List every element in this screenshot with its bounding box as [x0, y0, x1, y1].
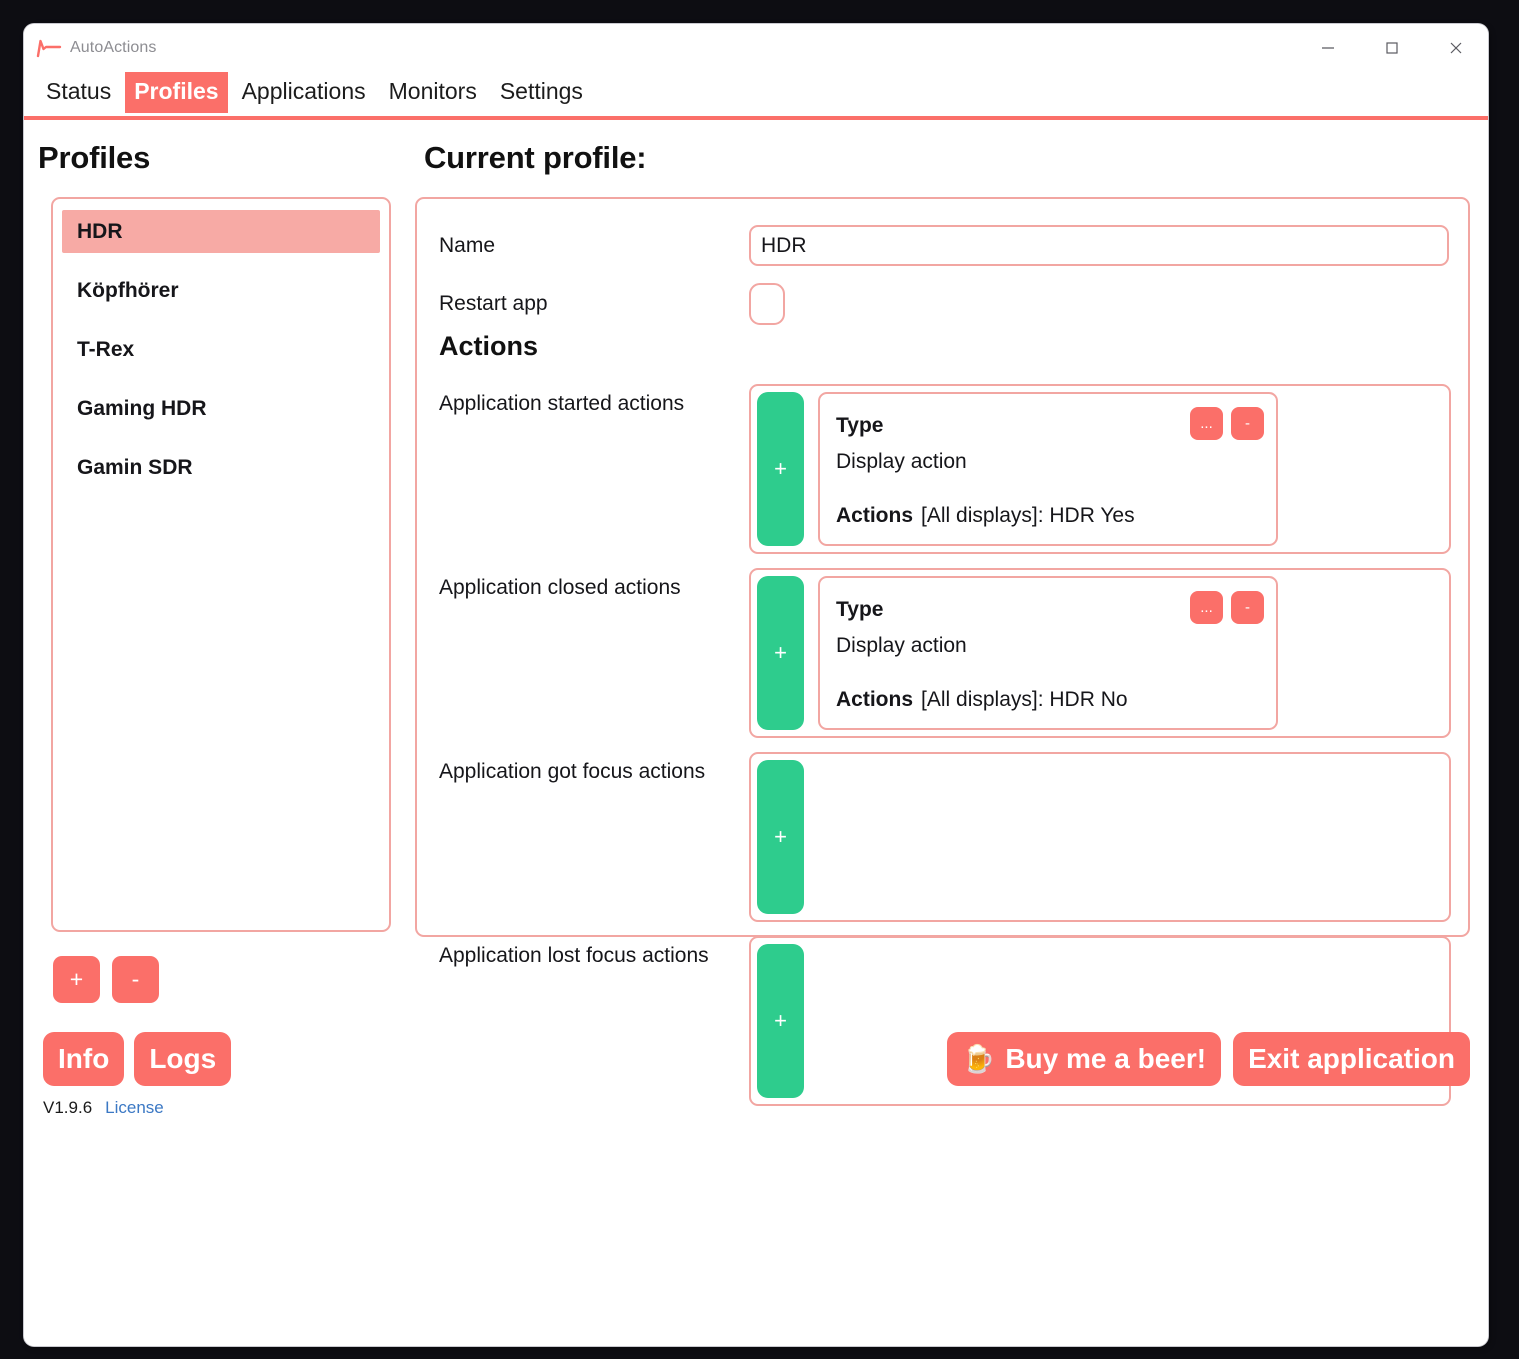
- remove-action-button-closed[interactable]: -: [1231, 591, 1264, 624]
- action-group-label-got-focus: Application got focus actions: [439, 760, 706, 783]
- action-box-got-focus: +: [749, 752, 1451, 922]
- name-label: Name: [439, 233, 496, 257]
- version-text: V1.9.6: [43, 1098, 93, 1117]
- profile-item-hdr[interactable]: HDR: [62, 210, 380, 253]
- tab-status[interactable]: Status: [37, 72, 120, 113]
- action-box-started: + ... - Type Display action Actions [All …: [749, 384, 1451, 554]
- remove-action-button-started[interactable]: -: [1231, 407, 1264, 440]
- tab-monitors[interactable]: Monitors: [380, 72, 486, 113]
- version-row: V1.9.6 License: [43, 1098, 164, 1118]
- action-group-started: Application started actions + ... - Type…: [439, 384, 1451, 554]
- edit-action-button-closed[interactable]: ...: [1190, 591, 1223, 624]
- add-action-button-lost-focus[interactable]: +: [757, 944, 804, 1098]
- close-icon: [1450, 42, 1462, 54]
- current-profile-column: Current profile: Name Restart app Action…: [405, 120, 1470, 1346]
- remove-profile-button[interactable]: -: [112, 956, 159, 1003]
- profiles-heading: Profiles: [38, 140, 151, 175]
- action-card-buttons-closed: ... -: [1190, 591, 1264, 624]
- license-link[interactable]: License: [105, 1098, 164, 1118]
- window-controls: [1296, 24, 1488, 72]
- action-card-type-value-started: Display action: [836, 450, 967, 474]
- add-action-button-closed[interactable]: +: [757, 576, 804, 730]
- page-body: Profiles HDR Köpfhörer T-Rex Gaming HDR …: [24, 120, 1488, 1346]
- tab-settings[interactable]: Settings: [491, 72, 592, 113]
- buy-me-a-beer-button[interactable]: 🍺 Buy me a beer!: [946, 1032, 1222, 1086]
- footer-left-buttons: Info Logs: [43, 1032, 232, 1086]
- current-profile-heading: Current profile:: [424, 140, 647, 175]
- restart-app-label: Restart app: [439, 292, 548, 315]
- profile-item-gamin-sdr[interactable]: Gamin SDR: [62, 446, 380, 489]
- action-group-label-started: Application started actions: [439, 392, 685, 415]
- action-card-actions-closed: Actions [All displays]: HDR No: [836, 688, 1128, 712]
- add-profile-button[interactable]: +: [53, 956, 100, 1003]
- tab-bar: Status Profiles Applications Monitors Se…: [24, 72, 1488, 120]
- name-input[interactable]: [749, 225, 1449, 266]
- restart-app-checkbox[interactable]: [749, 283, 785, 325]
- minimize-icon: [1322, 47, 1334, 49]
- info-button[interactable]: Info: [43, 1032, 125, 1086]
- pulse-logo-icon: [36, 39, 62, 58]
- profile-item-t-rex[interactable]: T-Rex: [62, 328, 380, 371]
- add-action-button-got-focus[interactable]: +: [757, 760, 804, 914]
- close-button[interactable]: [1424, 24, 1488, 72]
- add-action-button-started[interactable]: +: [757, 392, 804, 546]
- action-box-closed: + ... - Type Display action Actions [All …: [749, 568, 1451, 738]
- actions-heading: Actions: [439, 331, 539, 361]
- profiles-list[interactable]: HDR Köpfhörer T-Rex Gaming HDR Gamin SDR: [51, 197, 391, 932]
- footer-right-buttons: 🍺 Buy me a beer! Exit application: [946, 1032, 1470, 1086]
- buy-me-a-beer-label: Buy me a beer!: [1005, 1043, 1207, 1074]
- action-group-got-focus: Application got focus actions +: [439, 752, 1451, 922]
- profile-item-gaming-hdr[interactable]: Gaming HDR: [62, 387, 380, 430]
- app-window: AutoActions Status Profiles Applications…: [24, 24, 1488, 1346]
- minimize-button[interactable]: [1296, 24, 1360, 72]
- tab-profiles[interactable]: Profiles: [125, 72, 228, 113]
- logs-button[interactable]: Logs: [134, 1032, 232, 1086]
- current-profile-panel: Name Restart app Actions Application sta…: [415, 197, 1470, 1106]
- title-bar: AutoActions: [24, 24, 1488, 72]
- profile-item-kopfhorer[interactable]: Köpfhörer: [62, 269, 380, 312]
- action-group-label-lost-focus: Application lost focus actions: [439, 944, 709, 967]
- edit-action-button-started[interactable]: ...: [1190, 407, 1223, 440]
- maximize-button[interactable]: [1360, 24, 1424, 72]
- action-card-closed[interactable]: ... - Type Display action Actions [All di…: [818, 576, 1278, 730]
- name-field-row: Name: [439, 225, 1449, 266]
- action-card-actions-value-closed: [All displays]: HDR No: [921, 688, 1128, 712]
- exit-application-button[interactable]: Exit application: [1233, 1032, 1470, 1086]
- profiles-column: Profiles HDR Köpfhörer T-Rex Gaming HDR …: [35, 120, 405, 1346]
- tab-applications[interactable]: Applications: [233, 72, 375, 113]
- action-card-actions-started: Actions [All displays]: HDR Yes: [836, 504, 1135, 528]
- profile-crud-buttons: + -: [53, 956, 159, 1003]
- restart-app-row: Restart app: [439, 283, 785, 325]
- window-title: AutoActions: [70, 39, 157, 56]
- beer-mug-icon: 🍺: [961, 1043, 996, 1074]
- action-card-type-value-closed: Display action: [836, 634, 967, 658]
- action-card-actions-value-started: [All displays]: HDR Yes: [921, 504, 1135, 528]
- maximize-icon: [1386, 42, 1398, 54]
- action-card-started[interactable]: ... - Type Display action Actions [All di…: [818, 392, 1278, 546]
- action-group-closed: Application closed actions + ... - Type …: [439, 568, 1451, 738]
- action-card-buttons-started: ... -: [1190, 407, 1264, 440]
- action-group-label-closed: Application closed actions: [439, 576, 681, 599]
